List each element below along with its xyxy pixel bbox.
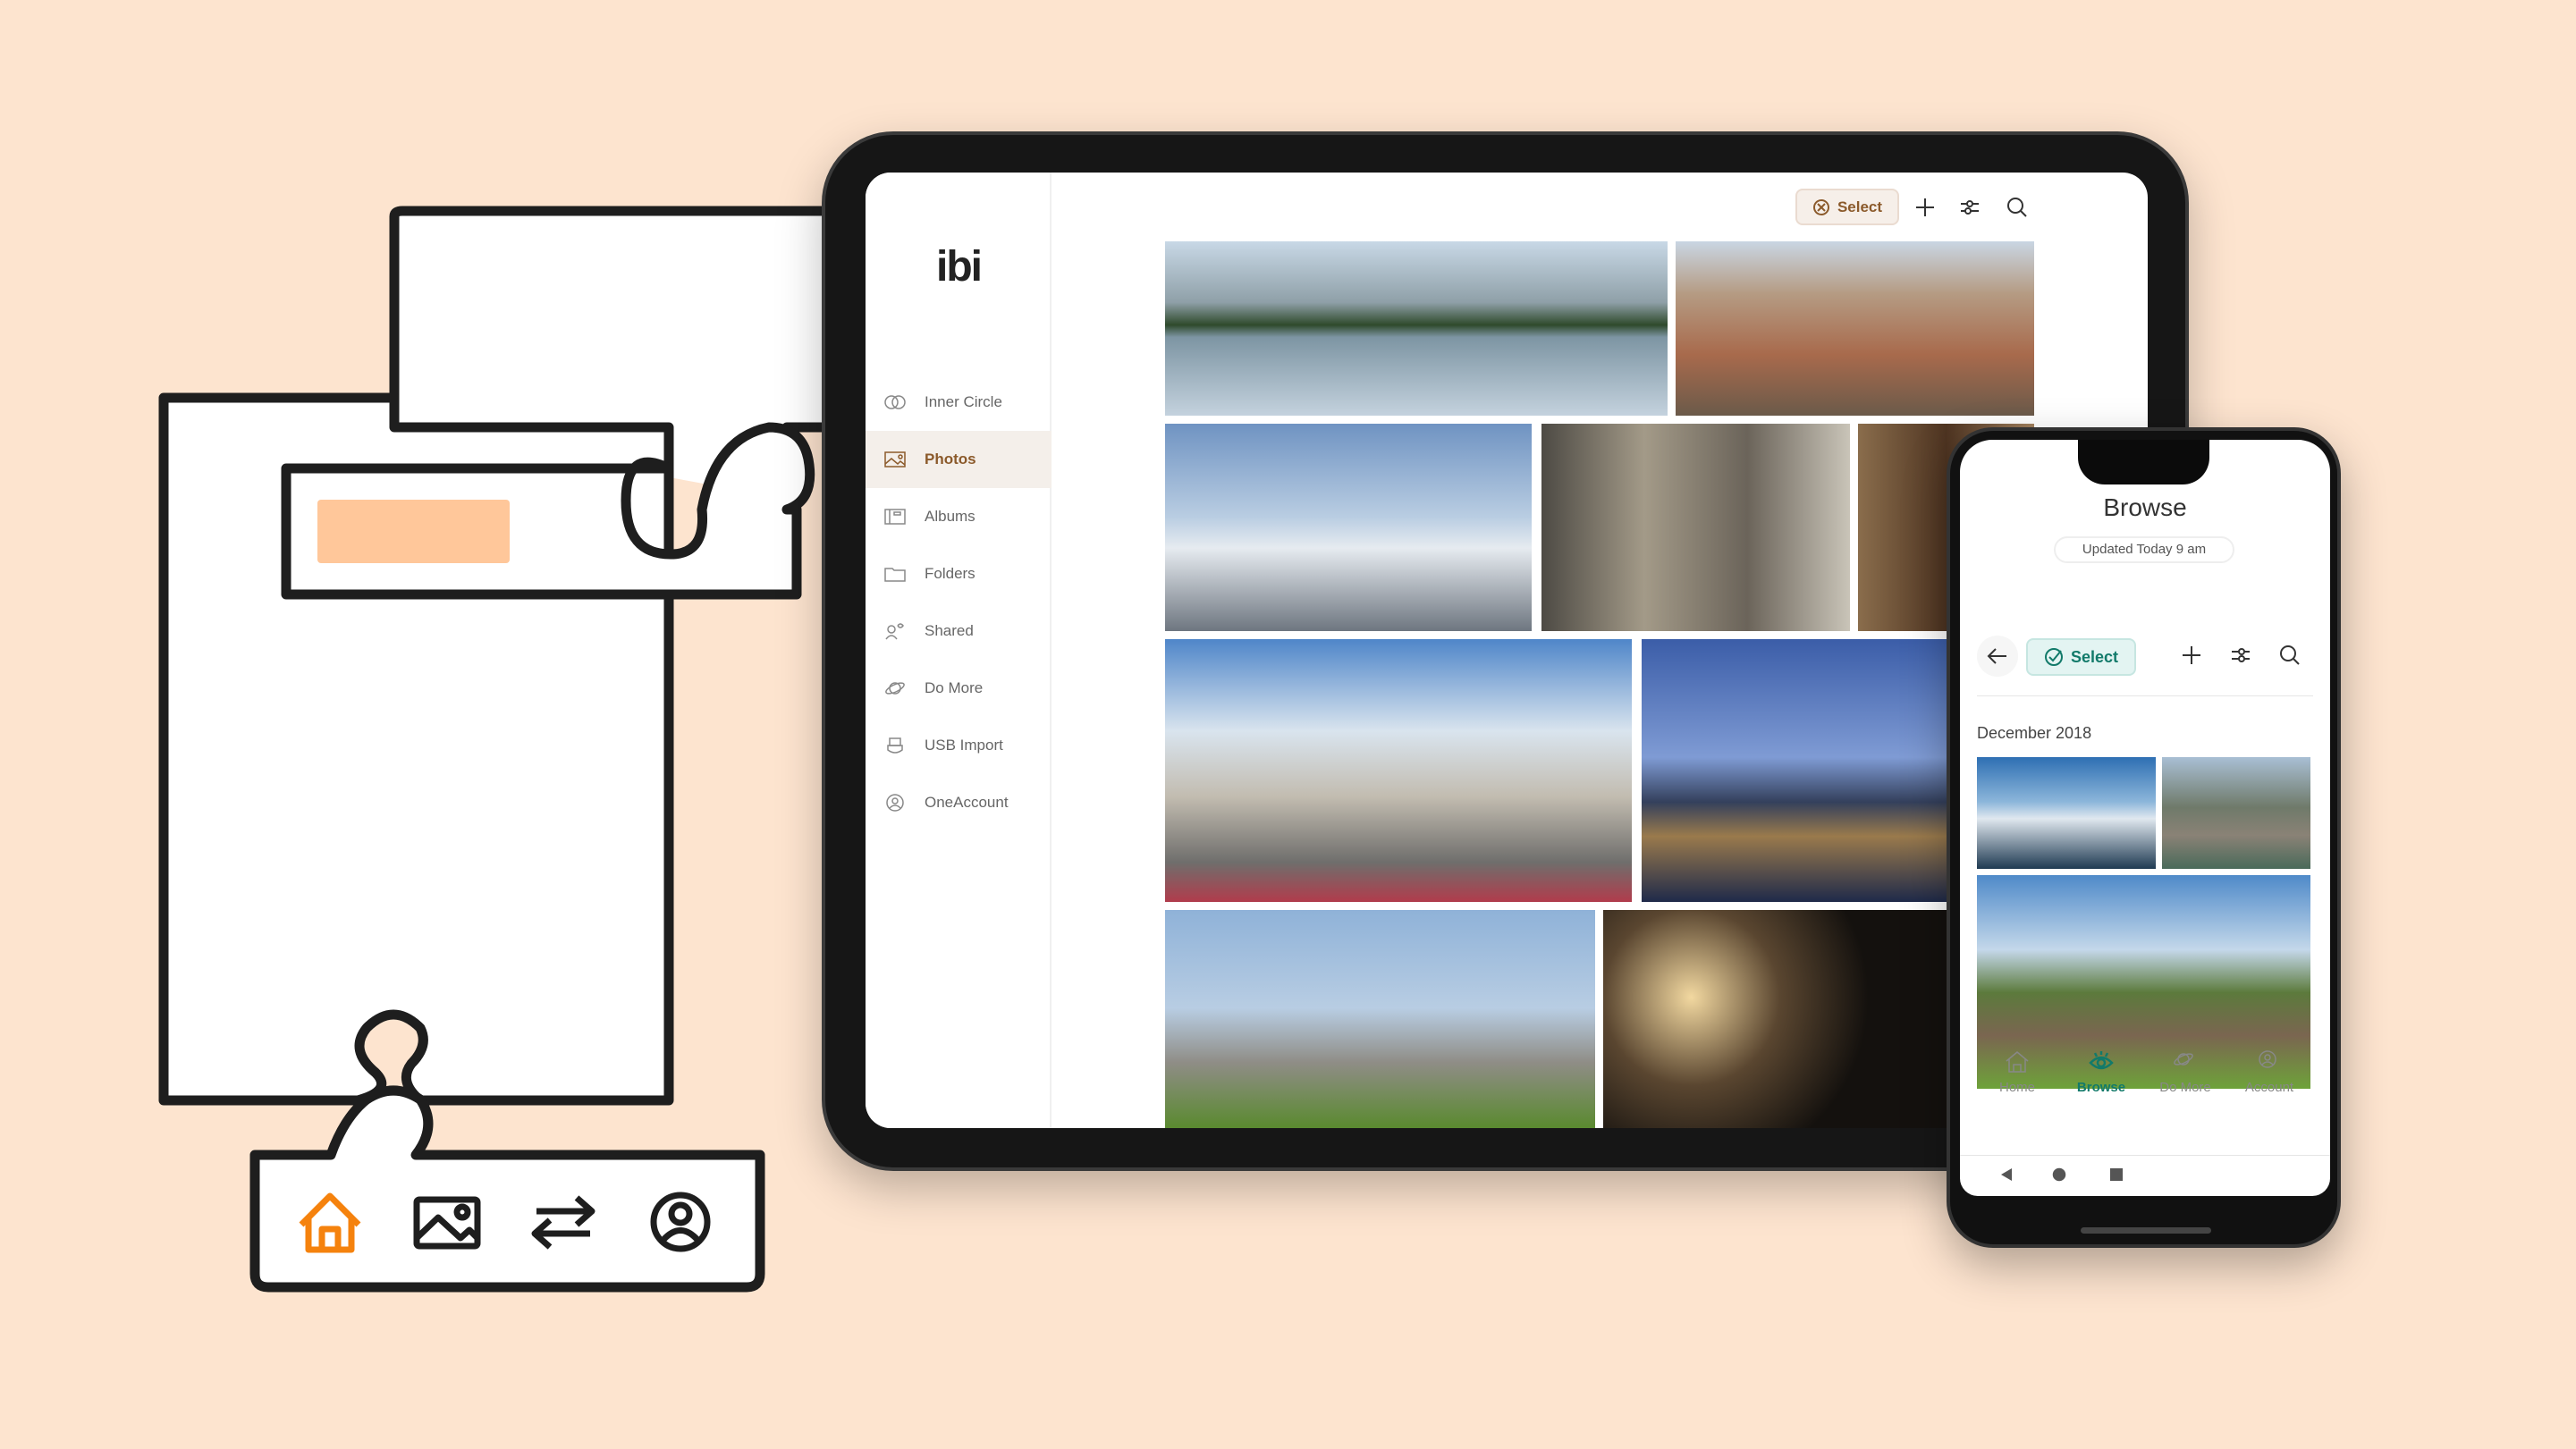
sidebar-item-shared[interactable]: Shared xyxy=(866,602,1052,660)
album-icon xyxy=(884,509,906,525)
photo-palace-night[interactable] xyxy=(1642,639,1955,902)
add-icon[interactable] xyxy=(1915,198,1935,217)
sidebar: ibi Inner Circle Photos Albums Folders Share… xyxy=(866,173,1052,1128)
nav-tab-do-more[interactable]: Do More xyxy=(2143,1049,2227,1095)
sidebar-item-albums[interactable]: Albums xyxy=(866,488,1052,545)
check-circle-icon xyxy=(2044,648,2063,666)
search-icon[interactable] xyxy=(2279,644,2301,666)
select-label: Select xyxy=(1837,198,1883,215)
sidebar-item-label: Inner Circle xyxy=(925,393,1002,410)
nav-tab-account[interactable]: Account xyxy=(2227,1049,2311,1095)
sidebar-item-label: Folders xyxy=(925,565,976,582)
photo-candles-child[interactable] xyxy=(1603,910,1955,1128)
nav-label: Browse xyxy=(2076,1080,2126,1095)
planet-icon xyxy=(885,682,905,695)
photo-blue-mountains[interactable] xyxy=(1977,757,2156,869)
photo-city-rooftops[interactable] xyxy=(1676,241,2034,416)
sidebar-item-label: Photos xyxy=(925,451,976,468)
account-icon xyxy=(886,794,904,812)
sidebar-item-oneaccount[interactable]: OneAccount xyxy=(866,774,1052,831)
photo-icon xyxy=(884,451,906,468)
notch xyxy=(2078,440,2209,484)
back-button[interactable] xyxy=(1977,636,2018,677)
inner-circle-icon xyxy=(884,395,906,409)
nav-label: Account xyxy=(2244,1080,2294,1095)
sidebar-item-photos[interactable]: Photos xyxy=(866,431,1052,488)
usb-icon xyxy=(887,737,903,754)
updated-badge: Updated Today 9 am xyxy=(2054,536,2234,563)
home-icon xyxy=(2006,1051,2029,1073)
filter-icon[interactable] xyxy=(1960,198,1980,217)
system-recents-icon[interactable] xyxy=(2110,1168,2123,1181)
planet-icon xyxy=(2174,1053,2193,1066)
divider xyxy=(1977,695,2313,696)
phone-speaker xyxy=(2081,1227,2211,1234)
puzzle-illustration xyxy=(158,206,837,1293)
photo-snowy-peaks[interactable] xyxy=(1165,424,1532,631)
arrow-left-icon xyxy=(1987,648,2006,664)
section-date: December 2018 xyxy=(1977,724,2092,742)
shared-icon xyxy=(885,623,904,640)
photo-lake-village[interactable] xyxy=(2162,757,2310,869)
photo-vulture-meadow[interactable] xyxy=(1165,910,1595,1128)
cancel-circle-icon xyxy=(1812,198,1829,215)
account-icon xyxy=(2259,1050,2276,1068)
select-button[interactable]: Select xyxy=(2026,638,2136,676)
sidebar-item-label: Shared xyxy=(925,622,974,639)
sidebar-item-folders[interactable]: Folders xyxy=(866,545,1052,602)
photo-boulevard[interactable] xyxy=(1165,639,1632,902)
eye-icon xyxy=(2089,1051,2114,1070)
phone-screen: Browse Updated Today 9 am Select Decembe… xyxy=(1960,440,2330,1196)
select-label: Select xyxy=(2070,647,2119,666)
photo-lake-mountains[interactable] xyxy=(1165,241,1668,416)
sidebar-item-label: Do More xyxy=(925,679,984,696)
add-icon[interactable] xyxy=(2182,645,2201,665)
search-icon[interactable] xyxy=(2006,197,2028,218)
sidebar-item-do-more[interactable]: Do More xyxy=(866,660,1052,717)
nav-tab-browse[interactable]: Browse xyxy=(2059,1049,2143,1095)
sidebar-item-usb-import[interactable]: USB Import xyxy=(866,717,1052,774)
system-home-icon[interactable] xyxy=(2050,1166,2068,1184)
nav-divider xyxy=(1960,1155,2330,1156)
sidebar-item-label: Albums xyxy=(925,508,976,525)
nav-label: Do More xyxy=(2159,1080,2211,1095)
ibi-logo: ibi xyxy=(936,243,983,291)
filter-icon[interactable] xyxy=(2231,645,2251,665)
photo-old-street[interactable] xyxy=(1541,424,1850,631)
page-title: Browse xyxy=(2103,493,2187,521)
nav-tab-home[interactable]: Home xyxy=(1975,1049,2059,1095)
sidebar-item-label: USB Import xyxy=(925,737,1003,754)
select-button[interactable]: Select xyxy=(1795,189,1899,225)
sidebar-item-label: OneAccount xyxy=(925,794,1009,811)
sidebar-item-inner-circle[interactable]: Inner Circle xyxy=(866,374,1052,431)
system-back-icon[interactable] xyxy=(1999,1167,2014,1182)
nav-label: Home xyxy=(1998,1080,2035,1095)
folder-icon xyxy=(884,568,906,582)
